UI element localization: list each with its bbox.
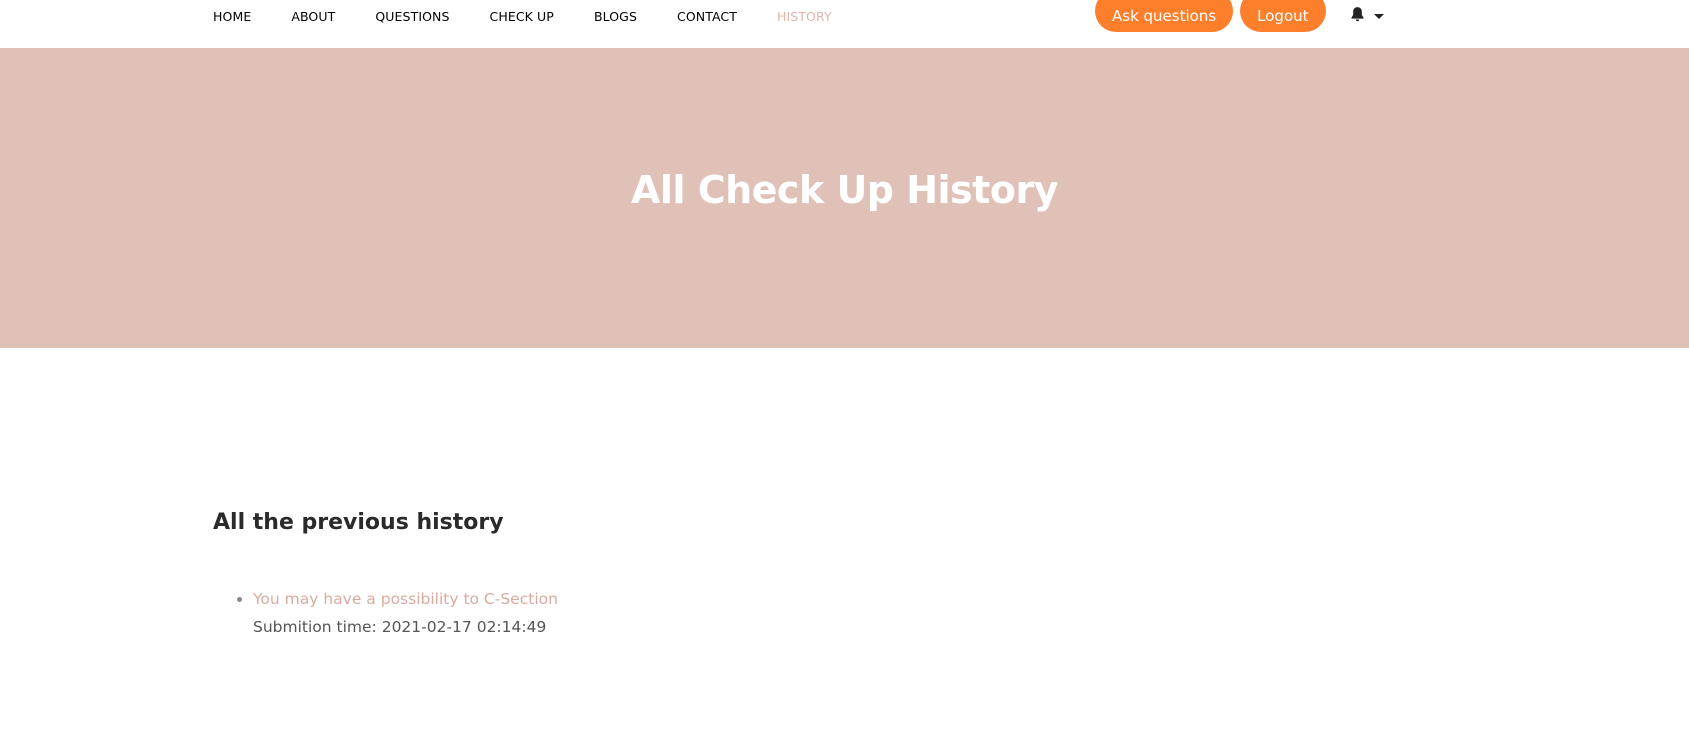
ask-questions-button[interactable]: Ask questions	[1095, 0, 1234, 32]
nav-link-questions[interactable]: QUESTIONS	[375, 9, 449, 24]
top-navbar: HOME ABOUT QUESTIONS CHECK UP BLOGS CONT…	[0, 0, 1689, 48]
history-list: You may have a possibility to C-Section …	[213, 585, 1476, 641]
nav-link-about[interactable]: ABOUT	[291, 9, 335, 24]
nav-actions: Ask questions Logout	[1095, 0, 1384, 32]
submission-label: Submition time:	[253, 618, 382, 636]
nav-link-blogs[interactable]: BLOGS	[594, 9, 637, 24]
page-title: All Check Up History	[631, 168, 1058, 212]
submission-time: Submition time: 2021-02-17 02:14:49	[253, 618, 546, 636]
notifications-dropdown[interactable]	[1350, 6, 1384, 26]
history-item: You may have a possibility to C-Section …	[253, 585, 1476, 641]
submission-value: 2021-02-17 02:14:49	[381, 618, 547, 636]
bell-icon	[1350, 6, 1365, 26]
nav-link-history[interactable]: HISTORY	[777, 9, 832, 24]
nav-link-check-up[interactable]: CHECK UP	[490, 9, 554, 24]
nav-link-home[interactable]: HOME	[213, 9, 251, 24]
main-nav: HOME ABOUT QUESTIONS CHECK UP BLOGS CONT…	[213, 0, 872, 32]
section-heading: All the previous history	[213, 510, 504, 535]
hero-banner: All Check Up History	[0, 48, 1689, 348]
history-result-link[interactable]: You may have a possibility to C-Section	[253, 590, 558, 608]
history-section: All the previous history You may have a …	[213, 510, 1476, 641]
caret-down-icon	[1373, 13, 1384, 19]
logout-button[interactable]: Logout	[1240, 0, 1326, 32]
nav-link-contact[interactable]: CONTACT	[677, 9, 737, 24]
